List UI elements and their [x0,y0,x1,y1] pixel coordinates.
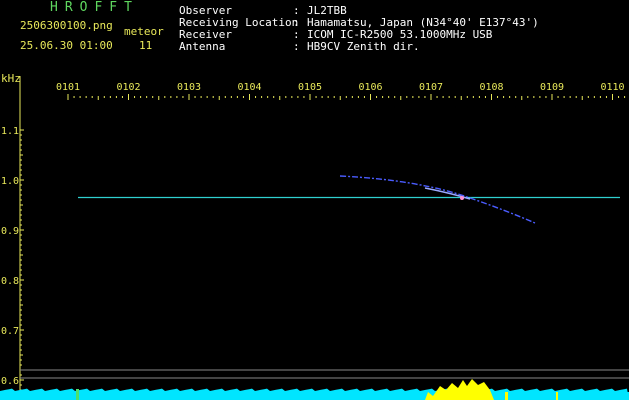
noise-marker [76,389,79,400]
y-tick-label: 1.1 [1,126,19,137]
noise-floor-ripple [0,388,629,400]
x-tick-label: 0103 [177,82,201,93]
meteor-echo-streak [339,175,536,224]
x-tick-label: 0105 [298,82,322,93]
x-tick-label: 0108 [479,82,503,93]
x-tick-label: 0104 [237,82,261,93]
x-tick-label: 0102 [116,82,140,93]
x-tick-label: 0106 [358,82,382,93]
y-tick-label: 0.8 [1,276,19,287]
y-tick-label: 0.7 [1,326,19,337]
x-tick-label: 0107 [419,82,443,93]
echo-burst [425,379,494,400]
noise-floor-left [0,391,78,400]
echo-burst-small [556,392,558,400]
meteor-echo-peak [460,196,464,200]
spectrogram-plot: 1.1 1.0 0.9 0.8 0.7 0.6 0101 0102 0103 0104 0105 01… [0,76,629,400]
y-tick-label: 0.6 [1,376,19,387]
y-tick-label: 0.9 [1,226,19,237]
x-tick-label: 0101 [56,82,80,93]
echo-burst-small [505,392,508,400]
x-tick-label: 0110 [600,82,624,93]
x-tick-label: 0109 [540,82,564,93]
y-tick-label: 1.0 [1,176,19,187]
